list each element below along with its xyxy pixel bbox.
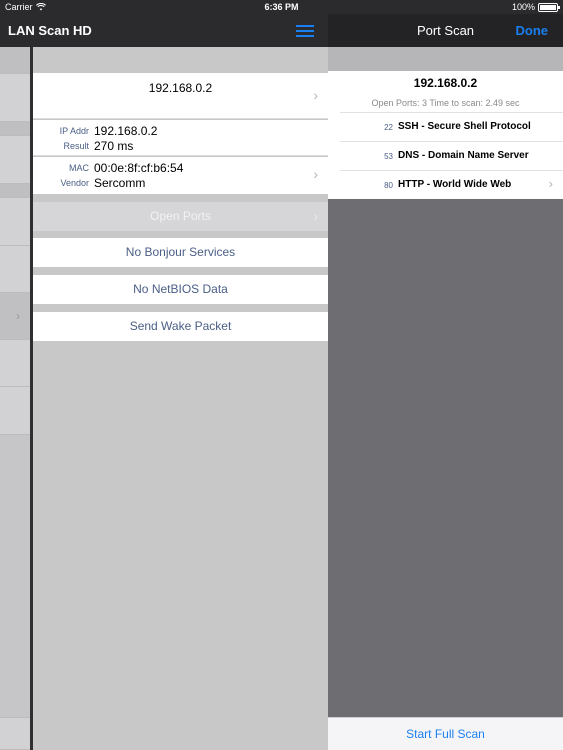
chevron-right-icon: › <box>313 87 318 103</box>
main-nav-bar: LAN Scan HD <box>0 14 328 47</box>
list-item <box>0 122 30 136</box>
list-menu-icon[interactable] <box>296 25 314 37</box>
host-ip-header: 192.168.0.2 <box>148 81 213 95</box>
device-list-background: › <box>0 47 30 750</box>
port-scan-empty-area <box>328 199 563 717</box>
mac-label: MAC <box>69 163 89 173</box>
status-bar: Carrier 6:36 PM 100% <box>0 0 563 14</box>
result-value: 270 ms <box>94 139 134 153</box>
port-scan-toolbar: Start Full Scan <box>328 717 563 750</box>
bonjour-services-button[interactable]: No Bonjour Services <box>33 238 328 267</box>
chevron-right-icon: › <box>313 208 318 224</box>
port-number: 53 <box>384 152 393 161</box>
list-item[interactable] <box>0 136 30 184</box>
start-full-scan-button[interactable]: Start Full Scan <box>328 727 563 741</box>
list-item[interactable] <box>0 340 30 387</box>
done-button[interactable]: Done <box>516 23 549 38</box>
open-ports-button[interactable]: Open Ports › <box>33 202 328 231</box>
vendor-label: Vendor <box>60 178 89 188</box>
netbios-data-button[interactable]: No NetBIOS Data <box>33 275 328 304</box>
vendor-value: Sercomm <box>94 176 146 190</box>
port-scan-nav-bar: Port Scan Done <box>328 14 563 47</box>
scan-summary: Open Ports: 3 Time to scan: 2.49 sec <box>371 98 520 108</box>
mac-value: 00:0e:8f:cf:b6:54 <box>94 161 184 175</box>
battery-percent: 100% <box>511 2 535 12</box>
list-item <box>0 184 30 198</box>
host-detail-panel: 192.168.0.2 › IP Addr 192.168.0.2 Result… <box>33 47 328 750</box>
list-item[interactable] <box>0 74 30 122</box>
port-row-http[interactable]: 80 HTTP - World Wide Web › <box>340 170 563 199</box>
open-ports-label: Open Ports <box>150 209 211 223</box>
port-scan-results: 192.168.0.2 Open Ports: 3 Time to scan: … <box>328 71 563 199</box>
port-row-ssh[interactable]: 22 SSH - Secure Shell Protocol <box>340 112 563 141</box>
port-row-dns[interactable]: 53 DNS - Domain Name Server <box>340 141 563 170</box>
result-label: Result <box>63 141 89 151</box>
port-service: SSH - Secure Shell Protocol <box>398 121 531 132</box>
port-service: DNS - Domain Name Server <box>398 150 529 161</box>
list-item <box>0 717 30 750</box>
app-title: LAN Scan HD <box>8 23 92 38</box>
port-service: HTTP - World Wide Web <box>398 179 512 190</box>
port-scan-header-strip <box>328 47 563 71</box>
list-item[interactable] <box>0 198 30 246</box>
list-item[interactable] <box>0 246 30 293</box>
chevron-right-icon: › <box>313 166 318 182</box>
port-number: 22 <box>384 123 393 132</box>
host-details-row: IP Addr 192.168.0.2 Result 270 ms <box>33 120 328 156</box>
scan-target-ip: 192.168.0.2 <box>413 76 478 90</box>
port-number: 80 <box>384 181 393 190</box>
chevron-right-icon: › <box>548 176 553 191</box>
battery-icon <box>538 2 560 12</box>
list-item[interactable] <box>0 387 30 435</box>
ip-addr-label: IP Addr <box>59 126 89 136</box>
status-time: 6:36 PM <box>264 2 299 12</box>
ip-addr-value: 192.168.0.2 <box>94 124 158 138</box>
list-item[interactable]: › <box>0 293 30 340</box>
chevron-right-icon: › <box>16 309 20 323</box>
list-item <box>0 47 30 74</box>
mac-vendor-row[interactable]: MAC 00:0e:8f:cf:b6:54 Vendor Sercomm › <box>33 157 328 194</box>
send-wake-packet-button[interactable]: Send Wake Packet <box>33 312 328 341</box>
host-ip-row[interactable]: 192.168.0.2 › <box>33 73 328 119</box>
